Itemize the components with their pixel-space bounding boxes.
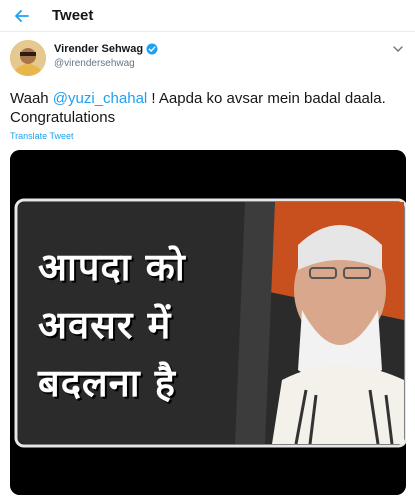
- tweet-author: Virender Sehwag @virendersehwag: [10, 39, 405, 79]
- author-name[interactable]: Virender Sehwag: [54, 43, 143, 55]
- name-row: Virender Sehwag: [54, 43, 158, 55]
- tweet-media-image[interactable]: आपदा को अवसर में बदलना है: [10, 150, 406, 495]
- more-options-button[interactable]: [391, 42, 405, 56]
- mention-link[interactable]: @yuzi_chahal: [53, 90, 147, 107]
- media-overlay-line-3: बदलना है: [38, 361, 176, 405]
- media-overlay-line-1: आपदा को: [38, 245, 186, 289]
- chevron-down-icon: [393, 46, 403, 52]
- arrow-left-icon: [15, 10, 29, 22]
- translate-tweet-link[interactable]: Translate Tweet: [10, 131, 74, 141]
- author-handle[interactable]: @virendersehwag: [54, 58, 135, 69]
- back-button[interactable]: [12, 6, 32, 26]
- media-overlay-line-2: अवसर में: [38, 303, 172, 347]
- tweet-text-prefix: Waah: [10, 90, 53, 107]
- avatar[interactable]: [10, 40, 46, 76]
- verified-badge-icon: [146, 43, 158, 55]
- page-title: Tweet: [52, 7, 94, 24]
- top-bar: Tweet: [0, 0, 415, 32]
- tweet-text: Waah @yuzi_chahal ! Aapda ko avsar mein …: [10, 89, 410, 127]
